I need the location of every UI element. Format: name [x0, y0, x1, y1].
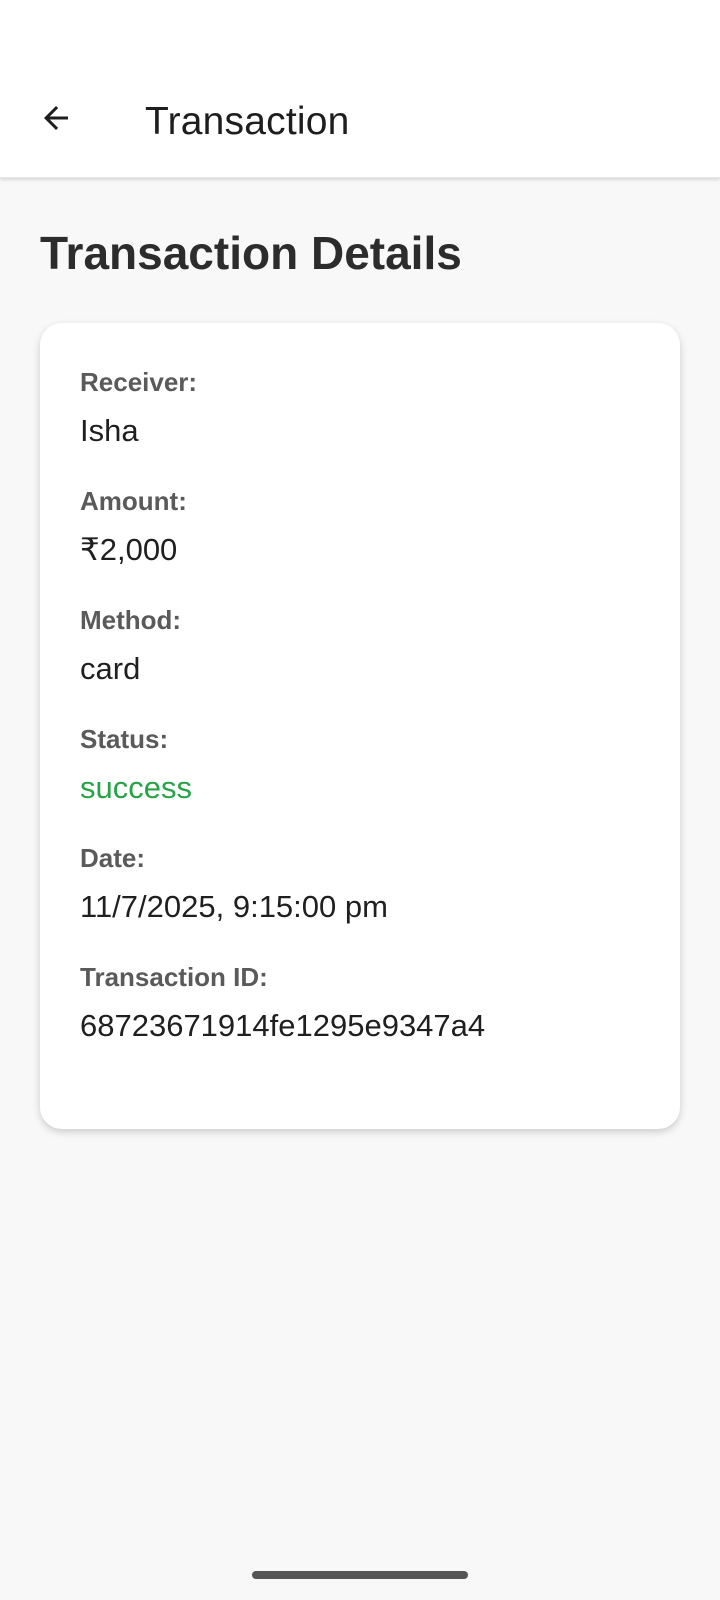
receiver-label: Receiver: [80, 367, 198, 397]
date-value: 11/7/2025, 9:15:00 pm [80, 889, 388, 924]
status-label: Status: [80, 724, 169, 754]
amount-label: Amount: [80, 486, 187, 516]
transaction-details-card: Receiver: Isha Amount: ₹2,000 Method: ca… [40, 323, 680, 1129]
transaction-id-value: 68723671914fe1295e9347a4 [80, 1008, 486, 1043]
status-bar [0, 0, 720, 60]
method-value: card [80, 651, 141, 686]
app-bar: Transaction [0, 60, 720, 178]
arrow-left-icon [44, 106, 68, 130]
amount-value: ₹2,000 [80, 532, 178, 567]
receiver-value: Isha [80, 413, 139, 448]
back-button[interactable] [26, 88, 86, 148]
date-label: Date: [80, 843, 146, 873]
home-indicator[interactable] [252, 1571, 468, 1579]
app-bar-title: Transaction [145, 100, 350, 143]
page-title: Transaction Details [40, 227, 462, 279]
status-value: success [80, 770, 192, 805]
transaction-id-label: Transaction ID: [80, 962, 268, 992]
method-label: Method: [80, 605, 182, 635]
